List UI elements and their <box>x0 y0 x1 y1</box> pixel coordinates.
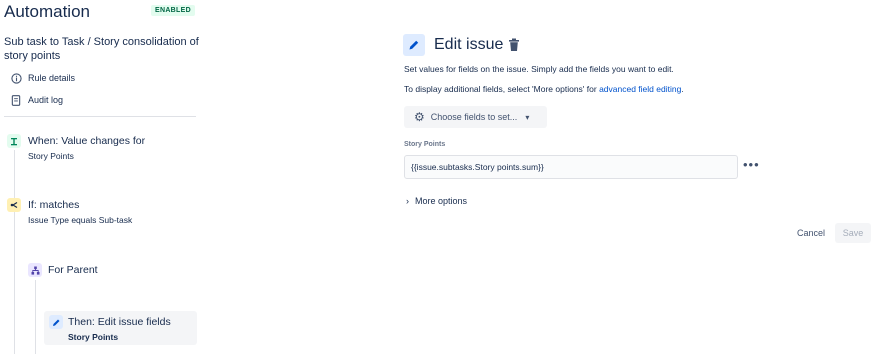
advanced-field-editing-link[interactable]: advanced field editing <box>599 84 681 94</box>
more-options-toggle[interactable]: › More options <box>406 196 467 206</box>
menu-item-label: Audit log <box>28 95 64 105</box>
save-button[interactable]: Save <box>835 223 871 243</box>
edit-issue-pencil-icon <box>403 34 425 56</box>
step-branch[interactable]: For Parent <box>28 262 188 280</box>
choose-fields-label: Choose fields to set... <box>430 112 518 122</box>
menu-item-label: Rule details <box>28 73 76 83</box>
gear-icon: ⚙ <box>414 110 425 124</box>
branch-icon <box>28 263 42 277</box>
trigger-icon <box>7 134 21 148</box>
choose-fields-button[interactable]: ⚙ Choose fields to set... ▾ <box>404 106 547 128</box>
description-suffix: . <box>681 84 684 94</box>
editor-description: Set values for fields on the issue. Simp… <box>404 64 674 74</box>
pencil-icon <box>49 315 63 329</box>
menu-item-rule-details[interactable]: Rule details <box>10 71 75 85</box>
step-condition[interactable]: If: matches Issue Type equals Sub-task <box>7 198 197 228</box>
divider <box>4 116 196 117</box>
more-actions-icon[interactable]: ••• <box>743 157 760 172</box>
condition-icon <box>7 198 21 212</box>
description-prefix: To display additional fields, select 'Mo… <box>404 84 600 94</box>
flow-connector <box>14 150 15 354</box>
chevron-right-icon: › <box>406 196 409 206</box>
chevron-down-icon: ▾ <box>525 112 530 122</box>
step-title: When: Value changes for <box>28 135 146 147</box>
editor-description-more: To display additional fields, select 'Mo… <box>404 84 684 94</box>
editor-title: Edit issue <box>434 36 504 53</box>
step-title: If: matches <box>28 199 80 211</box>
step-subtitle: Issue Type equals Sub-task <box>28 215 133 225</box>
step-title: For Parent <box>48 264 98 276</box>
step-subtitle: Story Points <box>68 332 119 342</box>
document-icon <box>10 94 22 106</box>
step-title: Then: Edit issue fields <box>68 316 171 328</box>
status-badge: ENABLED <box>151 5 195 16</box>
trash-icon[interactable] <box>508 38 520 52</box>
branch-connector <box>35 280 36 354</box>
info-icon <box>10 72 22 84</box>
story-points-field[interactable]: {{issue.subtasks.Story points.sum}} <box>404 155 738 179</box>
rule-name: Sub task to Task / Story consolidation o… <box>4 36 199 62</box>
menu-item-audit-log[interactable]: Audit log <box>10 93 63 107</box>
app-title: Automation <box>4 2 90 21</box>
cancel-button[interactable]: Cancel <box>790 223 832 243</box>
step-subtitle: Story Points <box>28 151 74 161</box>
step-trigger[interactable]: When: Value changes for Story Points <box>7 134 197 164</box>
more-options-label: More options <box>415 196 468 206</box>
field-label: Story Points <box>404 141 446 148</box>
step-action[interactable]: Then: Edit issue fields Story Points <box>44 311 197 345</box>
